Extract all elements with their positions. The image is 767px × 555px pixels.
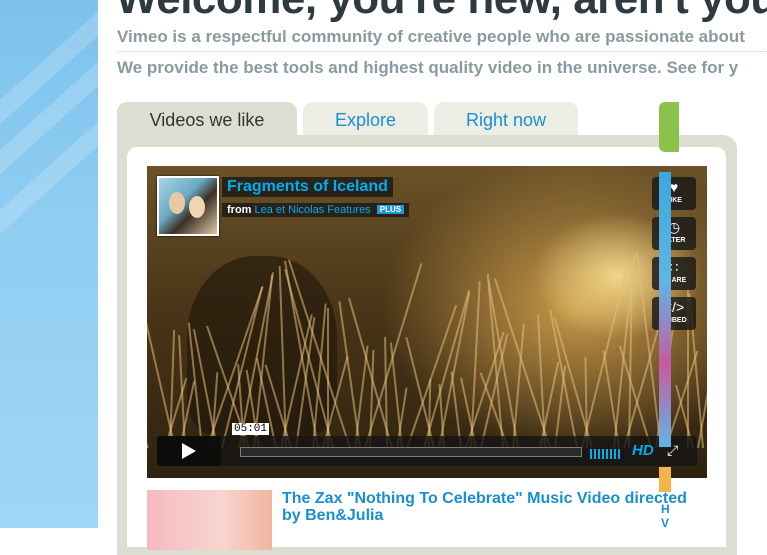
grass-strand <box>406 304 458 449</box>
volume-control[interactable] <box>590 446 624 459</box>
tab-videos-we-like[interactable]: Videos we like <box>117 102 297 136</box>
next-video-title[interactable]: The Zax "Nothing To Celebrate" Music Vid… <box>282 490 702 524</box>
video-title[interactable]: Fragments of Iceland <box>222 177 393 197</box>
tab-right-now[interactable]: Right now <box>434 102 578 136</box>
player-controls: 05:01 HD ⤢ <box>157 423 697 466</box>
from-label: from <box>227 204 252 216</box>
featured-panel: Fragments of Iceland from Lea et Nicolas… <box>117 135 737 555</box>
grass-strand <box>389 342 403 449</box>
right-green-button[interactable] <box>659 102 679 152</box>
grass-strand <box>147 391 149 449</box>
hd-toggle[interactable]: HD <box>632 442 654 459</box>
tagline-line-2: We provide the best tools and highest qu… <box>117 58 739 77</box>
tab-explore[interactable]: Explore <box>303 102 428 136</box>
divider <box>117 51 767 52</box>
tagline-line-1: Vimeo is a respectful community of creat… <box>117 27 745 46</box>
sky-background <box>0 0 158 528</box>
author-link[interactable]: Lea et Nicolas Features <box>255 204 371 216</box>
right-orange-tag <box>659 467 671 492</box>
grass-strand <box>438 291 471 449</box>
next-video-thumbnail[interactable] <box>147 490 272 550</box>
featured-panel-inner: Fragments of Iceland from Lea et Nicolas… <box>127 147 726 550</box>
play-icon <box>182 443 196 459</box>
right-column-text[interactable]: H V <box>661 502 670 530</box>
video-player[interactable]: Fragments of Iceland from Lea et Nicolas… <box>147 166 707 478</box>
grass-strand <box>423 290 471 449</box>
plus-badge: PLUS <box>376 205 405 214</box>
grass-strand <box>384 336 388 449</box>
page-headline: Welcome, you're new, aren't you? <box>116 0 767 24</box>
video-byline: from Lea et Nicolas Features PLUS <box>222 203 410 217</box>
author-avatar[interactable] <box>157 176 219 236</box>
grass-strand <box>470 281 481 449</box>
right-column-image[interactable] <box>659 172 671 447</box>
progress-bar[interactable] <box>240 447 582 457</box>
play-button[interactable] <box>157 436 221 466</box>
timecode: 05:01 <box>232 423 270 435</box>
